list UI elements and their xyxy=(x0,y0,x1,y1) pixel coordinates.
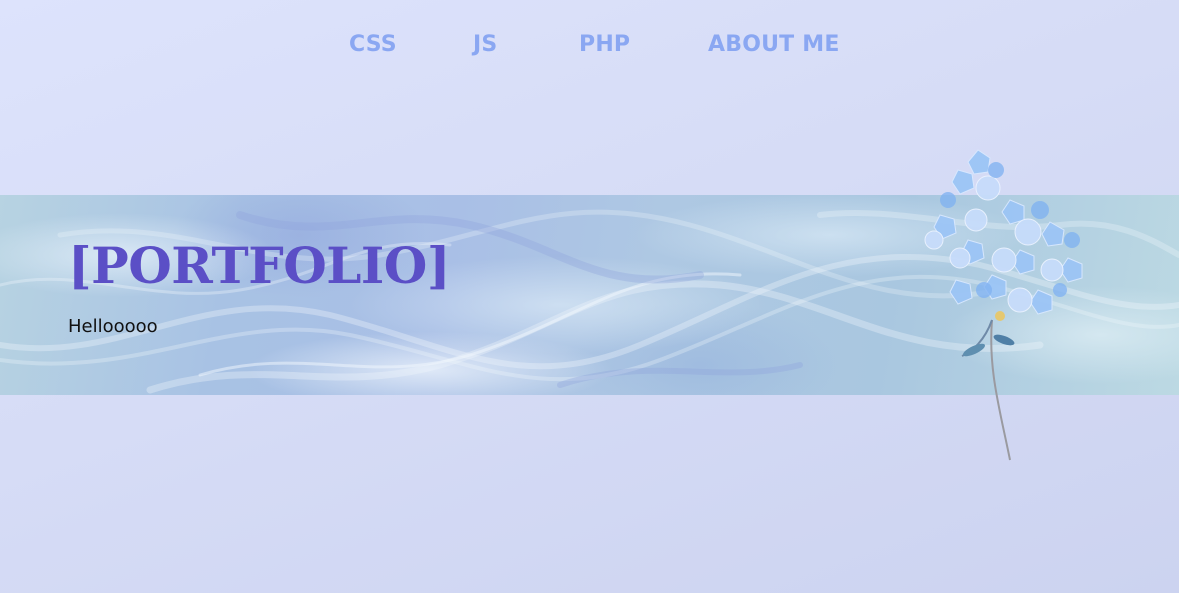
hero-subtitle: Hellooooo xyxy=(68,316,158,337)
nav-link-php[interactable]: PHP xyxy=(579,30,630,60)
flower-illustration xyxy=(924,149,1083,461)
nav-link-js[interactable]: JS xyxy=(473,30,497,60)
nav-link-about-me[interactable]: ABOUT ME xyxy=(708,30,840,60)
page-title: [PORTFOLIO] xyxy=(68,236,451,295)
top-nav: CSS JS PHP ABOUT ME xyxy=(0,0,1179,92)
nav-link-css[interactable]: CSS xyxy=(349,30,397,60)
